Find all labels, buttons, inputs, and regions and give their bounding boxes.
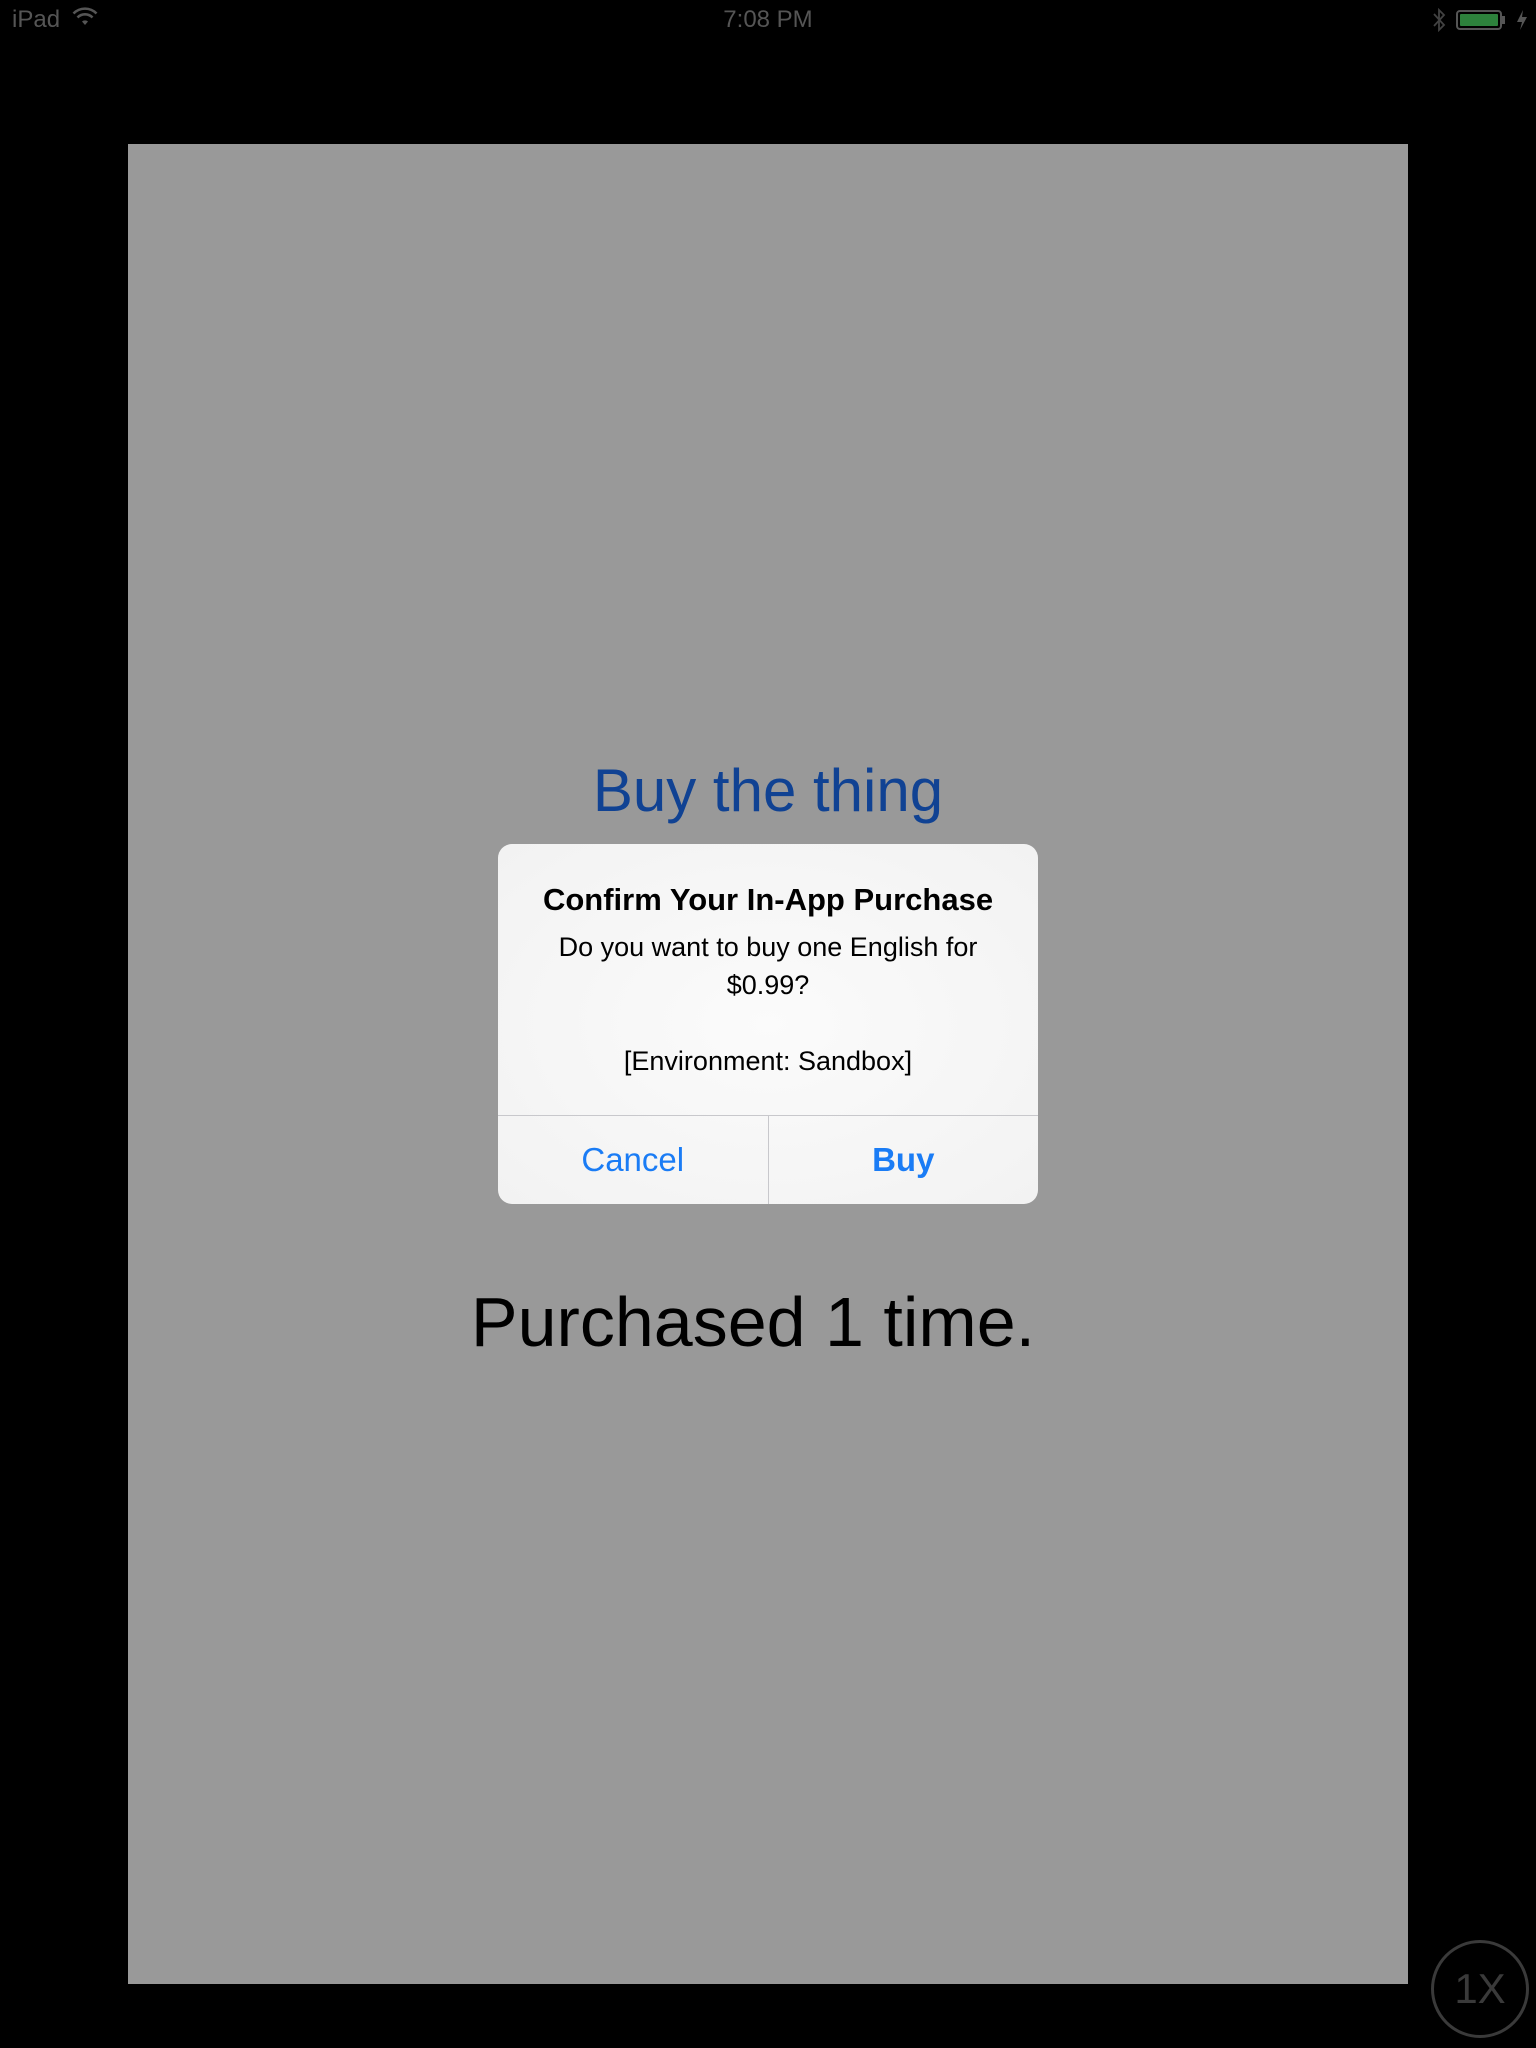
buy-button[interactable]: Buy	[769, 1116, 1039, 1204]
alert-environment: [Environment: Sandbox]	[623, 1046, 913, 1076]
ipad-screen: iPad 7:08 PM Buy the thing Purchased 1 t…	[0, 0, 1536, 2048]
purchase-confirm-alert: Confirm Your In-App Purchase Do you want…	[498, 844, 1038, 1204]
alert-message: Do you want to buy one English for $0.99…	[558, 932, 978, 1000]
alert-title: Confirm Your In-App Purchase	[542, 882, 994, 917]
zoom-level-badge[interactable]: 1X	[1431, 1940, 1529, 2038]
cancel-button[interactable]: Cancel	[498, 1116, 769, 1204]
alert-buttons: Cancel Buy	[498, 1115, 1038, 1204]
